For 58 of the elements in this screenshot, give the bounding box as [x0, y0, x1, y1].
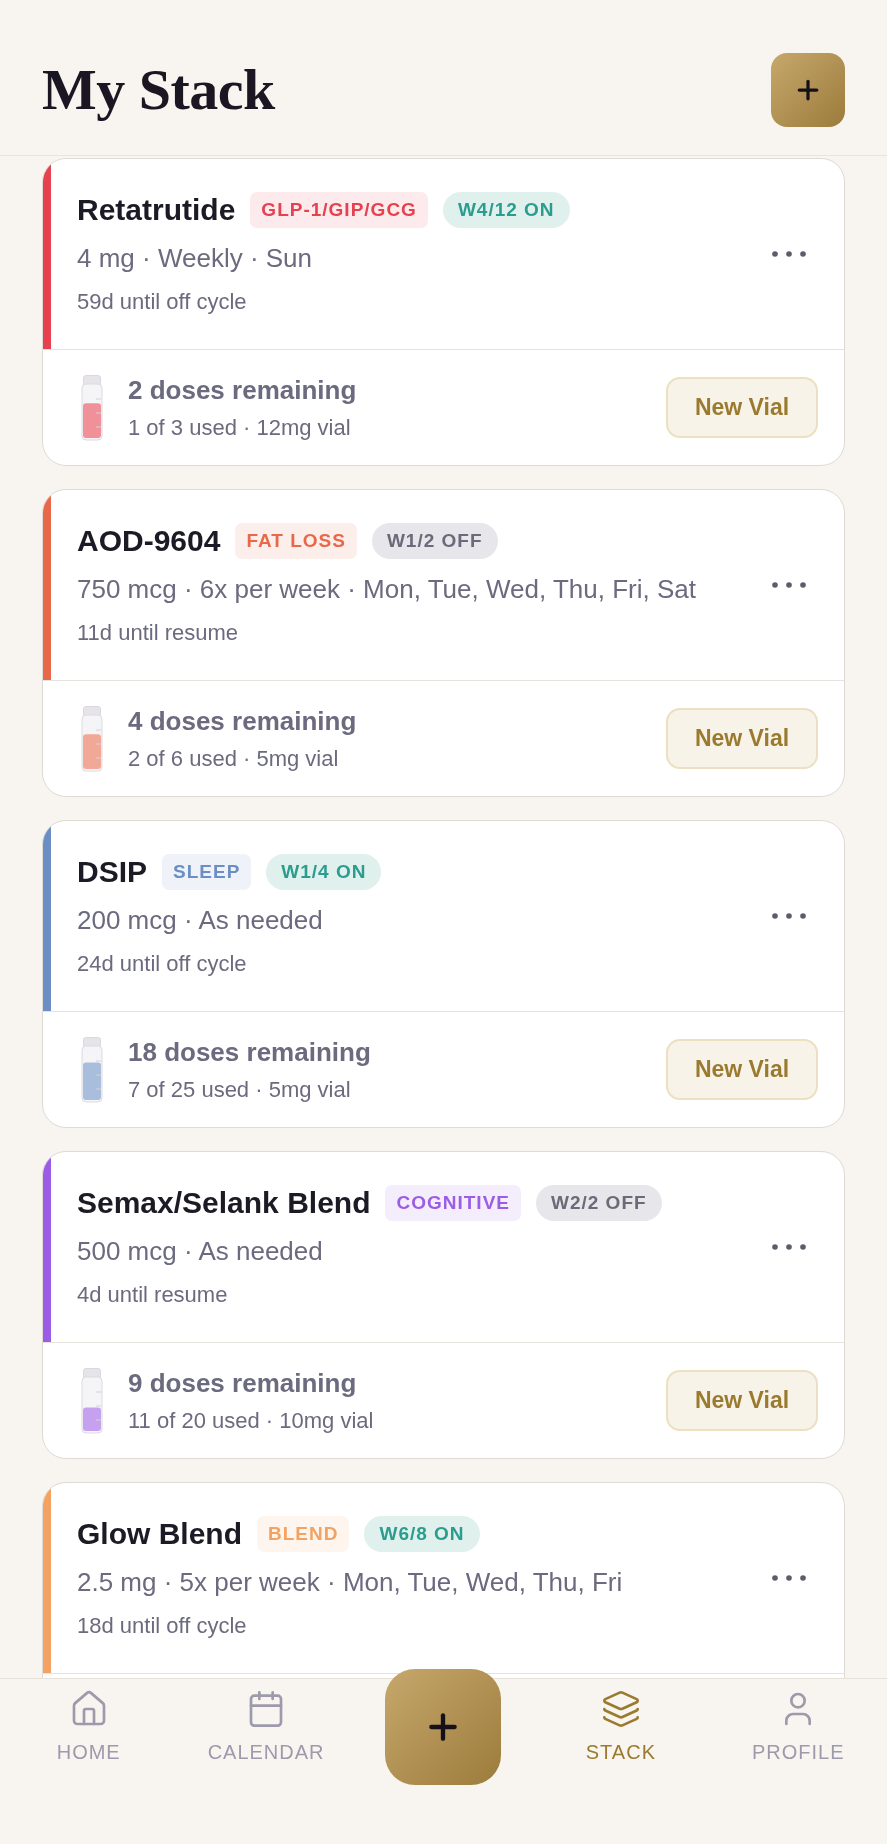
peptide-name: AOD-9604: [77, 523, 221, 559]
stack-icon: [600, 1689, 641, 1729]
category-tag: FAT LOSS: [235, 523, 357, 559]
dosage-text: 750 mcg · 6x per week · Mon, Tue, Wed, Thu, Fri, Sat: [77, 573, 697, 605]
doses-remaining-text: 4 doses remaining: [128, 705, 358, 737]
cycle-badge: W1/2 OFF: [371, 523, 498, 559]
vial-icon: [81, 1367, 103, 1434]
vial-usage-text: 1 of 3 used · 12mg vial: [128, 413, 352, 441]
new-vial-button[interactable]: New Vial: [666, 708, 818, 769]
page-title: My Stack: [42, 57, 275, 122]
doses-remaining-text: 2 doses remaining: [128, 374, 358, 406]
cycle-status-text: 11d until resume: [77, 619, 239, 646]
category-tag: SLEEP: [162, 854, 252, 890]
cycle-status-text: 4d until resume: [77, 1281, 229, 1308]
peptide-card[interactable]: Semax/Selank Blend COGNITIVE W2/2 OFF 500 mcg · As needed 4d until resume 9 doses remaining 11 of 20 used · 10mg vial New Vial: [42, 1151, 845, 1459]
nav-tab[interactable]: PROFILE: [752, 1679, 845, 1763]
vial-icon: [81, 705, 103, 772]
cycle-status-text: 59d until off cycle: [77, 288, 248, 315]
cycle-badge: W4/12 ON: [442, 192, 570, 228]
peptide-card[interactable]: Glow Blend BLEND W6/8 ON 2.5 mg · 5x per week · Mon, Tue, Wed, Thu, Fri 18d until off cycle: [42, 1482, 845, 1678]
peptide-name: Glow Blend: [77, 1516, 242, 1552]
doses-remaining-text: 18 doses remaining: [128, 1036, 372, 1068]
cycle-badge: W6/8 ON: [364, 1516, 480, 1552]
new-vial-button[interactable]: New Vial: [666, 377, 818, 438]
vial-usage-text: 7 of 25 used · 5mg vial: [128, 1075, 352, 1103]
category-tag: COGNITIVE: [385, 1185, 521, 1221]
vial-icon: [81, 374, 103, 441]
category-tag: BLEND: [257, 1516, 350, 1552]
cycle-status-text: 24d until off cycle: [77, 950, 248, 977]
more-icon[interactable]: [772, 913, 806, 919]
peptide-name: DSIP: [77, 854, 148, 890]
peptide-name: Semax/Selank Blend: [77, 1185, 371, 1221]
peptide-card[interactable]: DSIP SLEEP W1/4 ON 200 mcg · As needed 24d until off cycle 18 doses remaining 7 of 25 used · 5mg vial New Vial: [42, 820, 845, 1128]
nav-tab[interactable]: HOME: [56, 1679, 121, 1763]
more-icon[interactable]: [772, 251, 806, 257]
add-button[interactable]: [771, 52, 845, 127]
peptide-card[interactable]: AOD-9604 FAT LOSS W1/2 OFF 750 mcg · 6x per week · Mon, Tue, Wed, Thu, Fri, Sat 11d until resume 4 doses remaining 2 of 6 used · 5mg vial New Vial: [42, 489, 845, 797]
dosage-text: 2.5 mg · 5x per week · Mon, Tue, Wed, Thu, Fri: [77, 1566, 624, 1598]
peptide-card[interactable]: Retatrutide GLP-1/GIP/GCG W4/12 ON 4 mg · Weekly · Sun 59d until off cycle 2 doses remaining 1 of 3 used · 12mg vial New Vial: [42, 158, 845, 466]
new-vial-button[interactable]: New Vial: [666, 1370, 818, 1431]
vial-usage-text: 11 of 20 used · 10mg vial: [128, 1406, 375, 1434]
peptide-name: Retatrutide: [77, 192, 236, 228]
new-vial-button[interactable]: New Vial: [666, 1039, 818, 1100]
more-icon[interactable]: [772, 582, 806, 588]
vial-icon: [81, 1036, 103, 1103]
more-icon[interactable]: [772, 1244, 806, 1250]
dosage-text: 500 mcg · As needed: [77, 1235, 324, 1267]
cycle-status-text: 18d until off cycle: [77, 1612, 248, 1639]
dosage-text: 200 mcg · As needed: [77, 904, 324, 936]
doses-remaining-text: 9 doses remaining: [128, 1367, 358, 1399]
nav-tab[interactable]: STACK: [585, 1679, 656, 1763]
nav-tab[interactable]: CALENDAR: [207, 1679, 325, 1763]
cycle-badge: W2/2 OFF: [536, 1185, 662, 1221]
more-icon[interactable]: [772, 1575, 806, 1581]
vial-usage-text: 2 of 6 used · 5mg vial: [128, 744, 340, 772]
cycle-badge: W1/4 ON: [266, 854, 382, 890]
dosage-text: 4 mg · Weekly · Sun: [77, 242, 314, 274]
category-tag: GLP-1/GIP/GCG: [250, 192, 428, 228]
